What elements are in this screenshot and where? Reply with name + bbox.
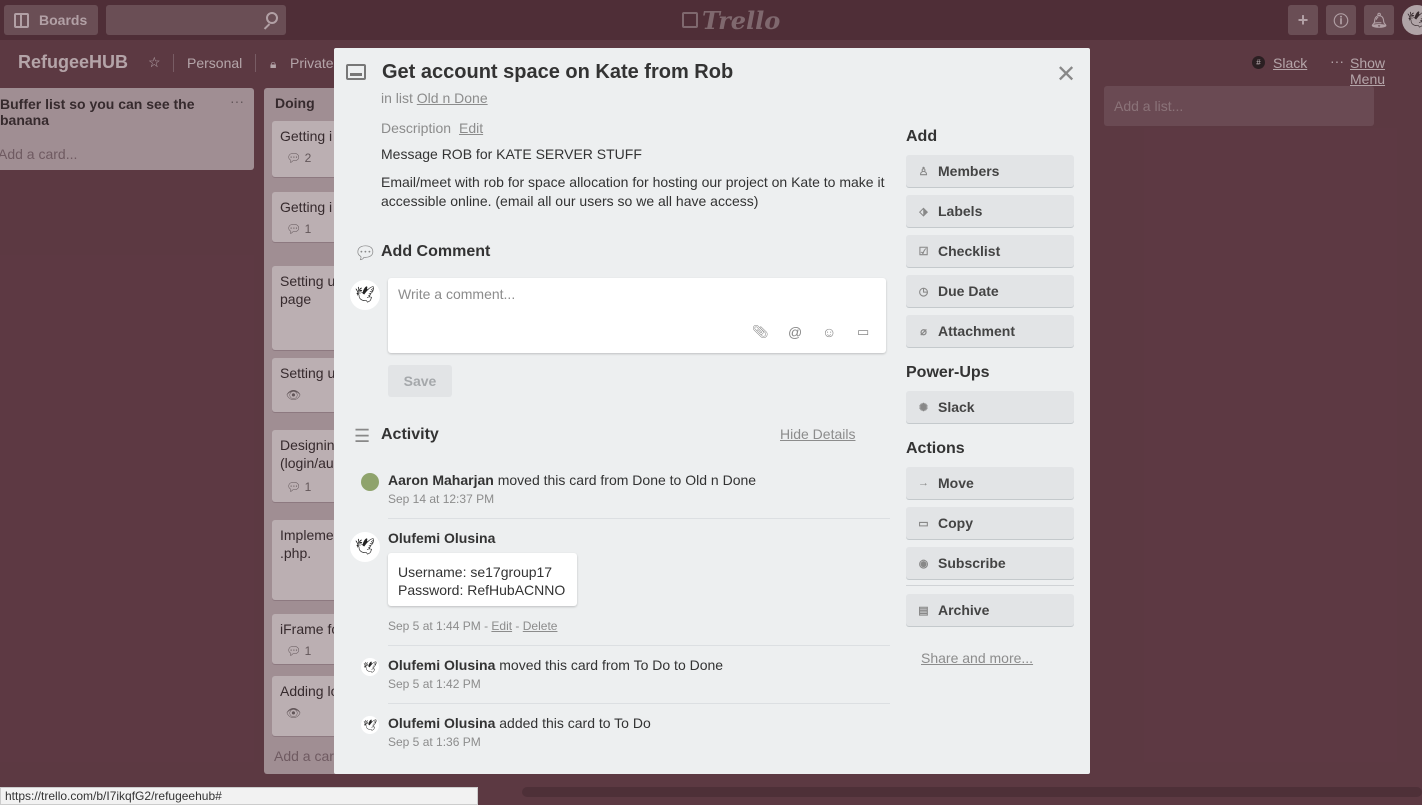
activity-entry: Olufemi Olusina moved this card from To … [388,657,723,673]
button-label: Labels [938,203,983,219]
description-label: Description [381,120,452,136]
description-paragraph: Email/meet with rob for space allocation… [381,174,885,209]
slack-icon: ✺ [918,401,929,414]
button-label: Slack [938,399,975,415]
activity-entry: Aaron Maharjan moved this card from Done… [388,472,756,488]
button-label: Move [938,475,974,491]
activity-date[interactable]: Sep 5 at 1:42 PM [388,677,481,691]
button-label: Members [938,163,1000,179]
archive-button[interactable]: ▤ Archive [906,594,1074,626]
activity-date[interactable]: Sep 5 at 1:36 PM [388,735,481,749]
comment-line: Password: RefHubACNNO [398,582,566,598]
activity-author[interactable]: Olufemi Olusina [388,657,495,673]
powerups-section-title: Power-Ups [906,364,990,381]
actions-section-title: Actions [906,440,965,457]
divider [388,645,890,646]
edit-comment-link[interactable]: Edit [491,619,512,633]
move-button[interactable]: → Move [906,467,1074,499]
activity-title: Activity [381,426,439,443]
add-comment-title: Add Comment [381,243,491,260]
arrow-right-icon: → [918,477,929,489]
divider [906,585,1074,586]
activity-action: added this card to To Do [499,715,651,731]
avatar[interactable]: 🕊︎ [350,532,380,562]
divider [388,518,890,519]
divider [388,703,890,704]
in-list-info: in list Old n Done [381,90,488,106]
comment-icon: 💬︎ [354,243,377,263]
activity-author[interactable]: Olufemi Olusina [388,715,495,731]
hide-details-link[interactable]: Hide Details [780,426,855,442]
labels-button[interactable]: ⬗ Labels [906,195,1074,227]
comment-bubble: Username: se17group17 Password: RefHubAC… [388,553,577,606]
copy-button[interactable]: ▭ Copy [906,507,1074,539]
checkbox-icon: ☑ [918,245,929,258]
due-date-button[interactable]: ◷ Due Date [906,275,1074,307]
avatar-bird-icon: 🕊︎ [363,719,377,732]
comment-input[interactable] [398,286,868,302]
add-section-title: Add [906,128,938,145]
mention-icon[interactable]: @ [788,324,802,340]
horizontal-scrollbar[interactable] [522,787,1422,797]
description-edit-link[interactable]: Edit [459,120,483,136]
avatar[interactable]: 🕊︎ [361,716,379,734]
avatar[interactable] [361,473,379,491]
activity-date[interactable]: Sep 14 at 12:37 PM [388,492,494,506]
card-link-icon[interactable]: ▭ [857,324,869,340]
button-label: Due Date [938,283,999,299]
button-label: Attachment [938,323,1016,339]
card-icon [346,64,366,80]
comment-box: 📎︎ @ ☺ ▭ [388,278,886,353]
clock-icon: ◷ [918,285,929,298]
checklist-button[interactable]: ☑ Checklist [906,235,1074,267]
close-icon[interactable]: ✕ [1056,60,1076,89]
activity-action: moved this card from Done to Old n Done [497,472,757,488]
button-label: Subscribe [938,555,1006,571]
archive-icon: ▤ [918,604,929,617]
button-label: Checklist [938,243,1001,259]
save-button[interactable]: Save [388,365,452,397]
activity-entry: Olufemi Olusina added this card to To Do [388,715,651,731]
slack-button[interactable]: ✺ Slack [906,391,1074,423]
activity-icon: ☰ [354,426,371,446]
avatar-bird-icon: 🕊︎ [354,287,376,304]
activity-author[interactable]: Olufemi Olusina [388,530,495,546]
tag-icon: ⬗ [919,205,928,218]
list-name-link[interactable]: Old n Done [417,90,488,106]
members-button[interactable]: ♙ Members [906,155,1074,187]
paperclip-icon: ⌀ [920,325,927,338]
button-label: Copy [938,515,973,531]
share-and-more-link[interactable]: Share and more... [921,650,1033,666]
avatar[interactable]: 🕊︎ [361,658,379,676]
comment-line: Username: se17group17 [398,564,553,580]
delete-comment-link[interactable]: Delete [523,619,558,633]
card-icon: ▭ [918,517,929,530]
description-line: Message ROB for KATE SERVER STUFF [381,146,642,162]
avatar-bird-icon: 🕊︎ [354,539,376,556]
activity-entry: Olufemi Olusina [388,530,495,546]
avatar-bird-icon: 🕊︎ [363,661,377,674]
activity-action: moved this card from To Do to Done [499,657,724,673]
comment-meta: Sep 5 at 1:44 PM - Edit - Delete [388,619,558,633]
in-list-prefix: in list [381,90,413,106]
avatar[interactable]: 🕊︎ [350,280,380,310]
subscribe-button[interactable]: ◉ Subscribe [906,547,1074,579]
button-label: Archive [938,602,990,618]
activity-author[interactable]: Aaron Maharjan [388,472,494,488]
card-title[interactable]: Get account space on Kate from Rob [382,61,733,84]
activity-date[interactable]: Sep 5 at 1:44 PM [388,619,481,633]
status-bar-url: https://trello.com/b/I7ikqfG2/refugeehub… [0,787,478,805]
attachment-icon[interactable]: 📎︎ [752,324,769,340]
emoji-icon[interactable]: ☺ [822,324,836,340]
attachment-button[interactable]: ⌀ Attachment [906,315,1074,347]
person-icon: ♙ [918,165,929,178]
eye-icon: ◉ [918,557,929,570]
card-detail-modal: Get account space on Kate from Rob ✕ in … [334,48,1090,774]
